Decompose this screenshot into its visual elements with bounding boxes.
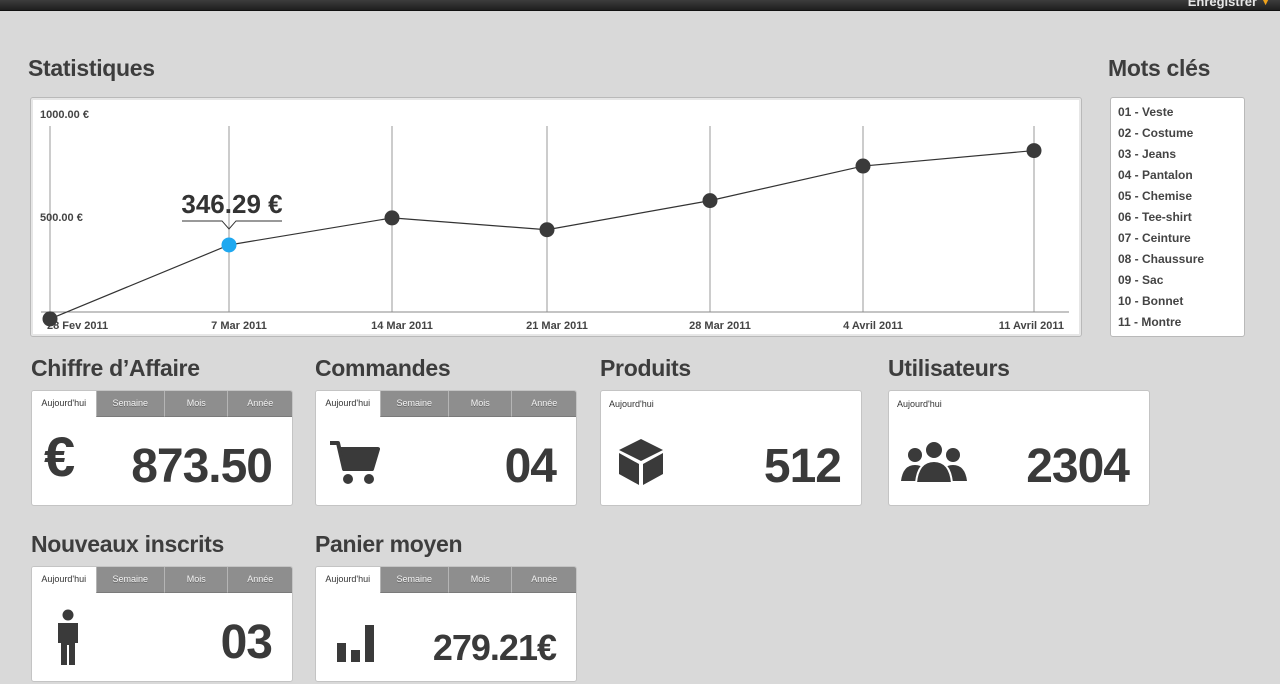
keywords-list: 01 - Veste 02 - Costume 03 - Jeans 04 - Pan… — [1110, 97, 1245, 337]
signups-value: 03 — [220, 616, 273, 669]
save-menu[interactable]: Enregistrer ▼ — [1188, 0, 1270, 9]
products-card: Aujourd'hui 512 — [600, 390, 862, 506]
chart-svg: 1000.00 €500.00 €28 Fev 2011 7 Mar 2011 14… — [40, 109, 1069, 332]
period-tabs: Aujourd'hui Semaine Mois Année — [32, 391, 292, 417]
tab-today[interactable]: Aujourd'hui — [601, 391, 861, 417]
person-icon — [56, 609, 80, 672]
stats-title: Statistiques — [28, 55, 155, 81]
tab-week[interactable]: Semaine — [379, 567, 448, 593]
revenue-value: 873.50 — [131, 440, 273, 493]
users-title: Utilisateurs — [888, 355, 1010, 381]
tab-today[interactable]: Aujourd'hui — [32, 567, 96, 593]
period-tabs: Aujourd'hui Semaine Mois Année — [32, 567, 292, 593]
users-card: Aujourd'hui 2304 — [888, 390, 1150, 506]
x-tick-label: 7 Mar 2011 — [211, 320, 267, 332]
tab-month[interactable]: Mois — [447, 391, 512, 417]
tab-year[interactable]: Année — [227, 391, 292, 417]
period-tabs: Aujourd'hui Semaine Mois Année — [316, 391, 576, 417]
chevron-down-icon: ▼ — [1261, 0, 1270, 7]
users-icon — [901, 439, 967, 490]
tab-month[interactable]: Mois — [447, 567, 512, 593]
tab-year[interactable]: Année — [511, 391, 576, 417]
x-tick-label: 4 Avril 2011 — [843, 320, 903, 332]
tab-today[interactable]: Aujourd'hui — [316, 391, 380, 417]
point-value-label: 346.29 € — [181, 189, 282, 219]
data-point[interactable] — [384, 210, 400, 226]
data-point[interactable] — [855, 158, 871, 174]
orders-title: Commandes — [315, 355, 451, 381]
keyword-item[interactable]: 10 - Bonnet — [1118, 294, 1237, 315]
orders-card: Aujourd'hui Semaine Mois Année 04 — [315, 390, 577, 506]
keyword-item[interactable]: 01 - Veste — [1118, 105, 1237, 126]
bar-chart-icon — [336, 623, 376, 668]
y-tick-label: 500.00 € — [40, 212, 83, 224]
revenue-title: Chiffre d’Affaire — [31, 355, 200, 381]
period-tabs: Aujourd'hui Semaine Mois Année — [316, 567, 576, 593]
keywords-title: Mots clés — [1108, 55, 1211, 81]
tab-week[interactable]: Semaine — [95, 391, 164, 417]
products-value: 512 — [763, 440, 842, 493]
keyword-item[interactable]: 09 - Sac — [1118, 273, 1237, 294]
y-tick-label: 1000.00 € — [40, 109, 89, 121]
top-bar: Enregistrer ▼ — [0, 0, 1280, 11]
data-point[interactable] — [42, 311, 58, 327]
data-point[interactable] — [221, 237, 237, 253]
basket-card: Aujourd'hui Semaine Mois Année 279.21€ — [315, 566, 577, 682]
euro-icon: € — [44, 425, 76, 488]
x-tick-label: 21 Mar 2011 — [526, 320, 588, 332]
stats-chart: 1000.00 €500.00 €28 Fev 2011 7 Mar 2011 14… — [30, 97, 1082, 337]
keyword-item[interactable]: 02 - Costume — [1118, 126, 1237, 147]
data-point[interactable] — [702, 193, 718, 209]
tab-today[interactable]: Aujourd'hui — [316, 567, 380, 593]
keyword-item[interactable]: 05 - Chemise — [1118, 189, 1237, 210]
callout-pointer — [182, 220, 282, 230]
save-label: Enregistrer — [1187, 0, 1258, 9]
tab-month[interactable]: Mois — [163, 391, 228, 417]
revenue-card: Aujourd'hui Semaine Mois Année € 873.50 — [31, 390, 293, 506]
keyword-item[interactable]: 11 - Montre — [1118, 315, 1237, 336]
x-tick-label: 14 Mar 2011 — [371, 320, 433, 332]
tab-week[interactable]: Semaine — [95, 567, 164, 593]
data-point[interactable] — [539, 222, 555, 238]
cart-icon — [328, 439, 380, 492]
keyword-item[interactable]: 03 - Jeans — [1118, 147, 1237, 168]
keyword-item[interactable]: 06 - Tee-shirt — [1118, 210, 1237, 231]
data-point[interactable] — [1026, 143, 1042, 159]
basket-title: Panier moyen — [315, 531, 463, 557]
tab-month[interactable]: Mois — [163, 567, 228, 593]
orders-value: 04 — [504, 440, 557, 493]
keyword-item[interactable]: 04 - Pantalon — [1118, 168, 1237, 189]
tab-today[interactable]: Aujourd'hui — [889, 391, 1149, 417]
products-title: Produits — [600, 355, 691, 381]
x-tick-label: 28 Mar 2011 — [689, 320, 751, 332]
keyword-item[interactable]: 08 - Chaussure — [1118, 252, 1237, 273]
tab-week[interactable]: Semaine — [379, 391, 448, 417]
keyword-item[interactable]: 07 - Ceinture — [1118, 231, 1237, 252]
signups-card: Aujourd'hui Semaine Mois Année 03 — [31, 566, 293, 682]
signups-title: Nouveaux inscrits — [31, 531, 225, 557]
x-tick-label: 11 Avril 2011 — [999, 320, 1064, 332]
box-icon — [617, 437, 665, 492]
tab-today[interactable]: Aujourd'hui — [32, 391, 96, 417]
tab-year[interactable]: Année — [511, 567, 576, 593]
basket-value: 279.21€ — [432, 627, 557, 668]
tab-year[interactable]: Année — [227, 567, 292, 593]
users-value: 2304 — [1026, 440, 1130, 493]
